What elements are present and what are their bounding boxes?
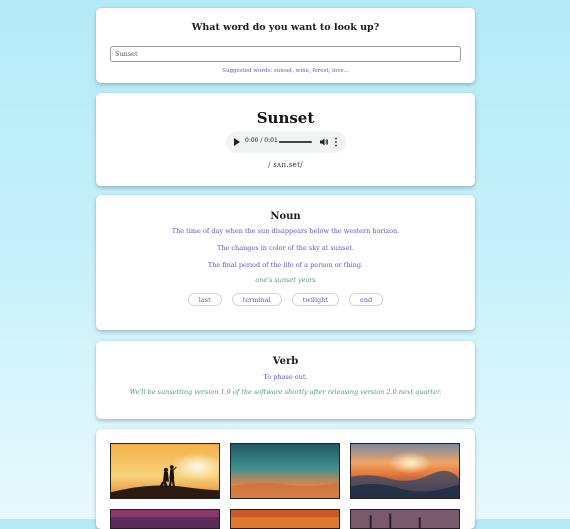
noun-definition: The time of day when the sun disappears …: [171, 227, 400, 235]
word-card: Sunset 0:00 / 0:01 / sʌn.set/: [96, 93, 475, 186]
search-card: What word do you want to look up? Sugges…: [96, 8, 475, 83]
sunset-image[interactable]: [350, 509, 460, 529]
search-question: What word do you want to look up?: [191, 22, 380, 33]
audio-time: 0:00 / 0:01: [245, 137, 278, 144]
audio-progress-track[interactable]: [279, 141, 312, 143]
noun-heading: Noun: [270, 211, 301, 222]
search-input[interactable]: [110, 46, 461, 62]
play-icon[interactable]: [234, 138, 240, 146]
sunset-image[interactable]: [230, 443, 340, 499]
phonetic: / sʌn.set/: [268, 161, 303, 169]
sunset-image[interactable]: [110, 443, 220, 499]
synonym-list: last terminal twilight end: [96, 293, 475, 306]
sunset-image[interactable]: [230, 509, 340, 529]
audio-player[interactable]: 0:00 / 0:01: [226, 131, 346, 153]
synonym-chip[interactable]: terminal: [231, 293, 282, 306]
noun-definition: The final period of the life of a person…: [207, 261, 364, 269]
sunset-image[interactable]: [350, 443, 460, 499]
synonym-chip[interactable]: twilight: [291, 293, 340, 306]
word-title: Sunset: [256, 109, 315, 127]
verb-heading: Verb: [272, 356, 299, 367]
volume-icon[interactable]: [319, 137, 329, 147]
suggested-words: Suggested words: sunset, wine, forest, l…: [222, 68, 349, 74]
noun-card: Noun The time of day when the sun disapp…: [96, 195, 475, 330]
sunset-image[interactable]: [110, 509, 220, 529]
verb-example: We'll be sunsetting version 1.9 of the s…: [129, 388, 442, 396]
synonym-chip[interactable]: last: [187, 293, 222, 306]
noun-example: one's sunset years: [255, 276, 316, 284]
noun-definition: The changes in color of the sky at sunse…: [216, 244, 354, 252]
verb-card: Verb To phase out. We'll be sunsetting v…: [96, 341, 475, 419]
images-card: [96, 429, 475, 529]
synonym-chip[interactable]: end: [349, 293, 384, 306]
more-options-icon[interactable]: [334, 137, 338, 147]
verb-definition: To phase out.: [263, 373, 308, 381]
